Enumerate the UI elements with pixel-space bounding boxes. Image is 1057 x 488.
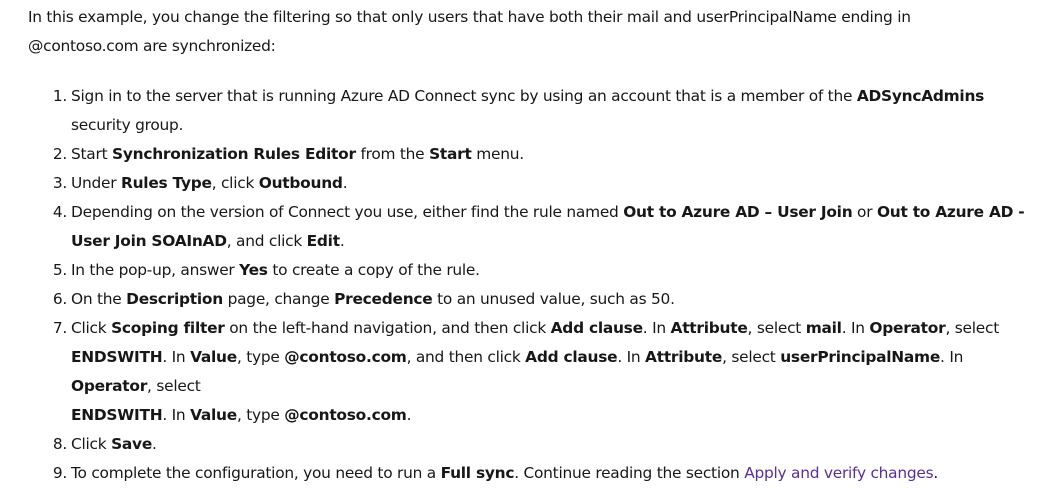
step-bold: Description bbox=[126, 290, 223, 308]
list-item: 6. On the Description page, change Preced… bbox=[53, 285, 1048, 314]
step-text: , select bbox=[945, 319, 999, 337]
step-number: 3. bbox=[52, 174, 67, 192]
step-text: menu. bbox=[471, 145, 524, 163]
step-bold: Add clause bbox=[550, 319, 643, 337]
step-text: , select bbox=[147, 377, 201, 395]
step-number: 6. bbox=[52, 290, 67, 308]
step-bold: mail bbox=[805, 319, 842, 337]
step-bold: Attribute bbox=[645, 348, 723, 366]
apply-and-verify-changes-link[interactable]: Apply and verify changes bbox=[744, 464, 933, 482]
list-item: 8. Click Save. bbox=[53, 430, 1048, 459]
step-bold: Full sync bbox=[440, 464, 515, 482]
step-text: Depending on the version of Connect you … bbox=[71, 203, 624, 221]
step-text: , type bbox=[236, 406, 285, 424]
step-text: . In bbox=[162, 406, 191, 424]
step-text: . bbox=[339, 232, 345, 250]
step-bold: @contoso.com bbox=[284, 348, 407, 366]
step-bold: @contoso.com bbox=[284, 406, 407, 424]
step-text: . bbox=[342, 174, 348, 192]
step-bold: Value bbox=[190, 406, 237, 424]
step-number: 2. bbox=[52, 145, 67, 163]
step-bold: Outbound bbox=[258, 174, 343, 192]
step-bold: Synchronization Rules Editor bbox=[112, 145, 356, 163]
list-item: 4. Depending on the version of Connect yo… bbox=[53, 198, 1048, 256]
step-text: security group. bbox=[71, 116, 184, 134]
step-bold: Start bbox=[429, 145, 472, 163]
step-text: , and then click bbox=[406, 348, 526, 366]
step-bold: Scoping filter bbox=[111, 319, 225, 337]
step-text: from the bbox=[355, 145, 430, 163]
step-number: 8. bbox=[52, 435, 67, 453]
list-item: 9. To complete the configuration, you nee… bbox=[53, 459, 1048, 488]
step-text: . bbox=[406, 406, 412, 424]
step-text: or bbox=[852, 203, 877, 221]
step-text: . bbox=[152, 435, 157, 453]
step-number: 5. bbox=[52, 261, 67, 279]
intro-line-1: In this example, you change the filterin… bbox=[28, 8, 911, 26]
step-text: , select bbox=[722, 348, 781, 366]
step-text: on the left-hand navigation, and then cl… bbox=[224, 319, 551, 337]
step-bold: ENDSWITH bbox=[71, 348, 163, 366]
step-text: Click bbox=[71, 319, 112, 337]
step-bold: ADSyncAdmins bbox=[856, 87, 985, 105]
list-item: 7. Click Scoping filter on the left-hand … bbox=[53, 314, 1048, 430]
step-text: . In bbox=[841, 319, 870, 337]
step-bold: Add clause bbox=[525, 348, 618, 366]
step-text: . Continue reading the section bbox=[514, 464, 745, 482]
step-text: . In bbox=[642, 319, 671, 337]
list-item: 3. Under Rules Type, click Outbound. bbox=[53, 169, 1048, 198]
step-text: to create a copy of the rule. bbox=[267, 261, 480, 279]
step-number: 7. bbox=[52, 319, 67, 337]
list-item: 5. In the pop-up, answer Yes to create a … bbox=[53, 256, 1048, 285]
step-text: To complete the configuration, you need … bbox=[71, 464, 441, 482]
step-number: 1. bbox=[52, 87, 67, 105]
step-bold: Edit bbox=[306, 232, 340, 250]
step-text: page, change bbox=[222, 290, 335, 308]
step-bold: Save bbox=[111, 435, 153, 453]
step-text: . In bbox=[940, 348, 964, 366]
step-text: . In bbox=[617, 348, 646, 366]
step-bold: ENDSWITH bbox=[71, 406, 163, 424]
step-number: 9. bbox=[52, 464, 67, 482]
step-text: Sign in to the server that is running Az… bbox=[71, 87, 857, 105]
step-bold: Operator bbox=[869, 319, 946, 337]
step-text: . bbox=[933, 464, 939, 482]
step-text: , click bbox=[211, 174, 259, 192]
steps-list: 1. Sign in to the server that is running … bbox=[28, 82, 1048, 488]
step-text: On the bbox=[71, 290, 127, 308]
step-text: Under bbox=[71, 174, 121, 192]
list-item: 1. Sign in to the server that is running … bbox=[53, 82, 1048, 140]
step-bold: Yes bbox=[239, 261, 268, 279]
step-text: , type bbox=[236, 348, 285, 366]
document-body: In this example, you change the filterin… bbox=[28, 3, 1048, 488]
step-bold: userPrincipalName bbox=[780, 348, 941, 366]
step-text: , and click bbox=[226, 232, 307, 250]
step-text: Start bbox=[71, 145, 112, 163]
step-bold: Out to Azure AD – User Join bbox=[623, 203, 853, 221]
step-number: 4. bbox=[52, 203, 67, 221]
step-bold: Precedence bbox=[334, 290, 433, 308]
step-bold: Attribute bbox=[670, 319, 748, 337]
step-text: Click bbox=[71, 435, 112, 453]
step-bold: Value bbox=[190, 348, 237, 366]
step-text: In the pop-up, answer bbox=[71, 261, 240, 279]
step-text: , select bbox=[747, 319, 806, 337]
step-text: to an unused value, such as 50. bbox=[432, 290, 675, 308]
step-bold: Rules Type bbox=[120, 174, 212, 192]
list-item: 2. Start Synchronization Rules Editor fro… bbox=[53, 140, 1048, 169]
step-text: . In bbox=[162, 348, 191, 366]
step-bold: Operator bbox=[71, 377, 148, 395]
intro-line-2: @contoso.com are synchronized: bbox=[28, 37, 276, 55]
intro-paragraph: In this example, you change the filterin… bbox=[28, 3, 1048, 61]
